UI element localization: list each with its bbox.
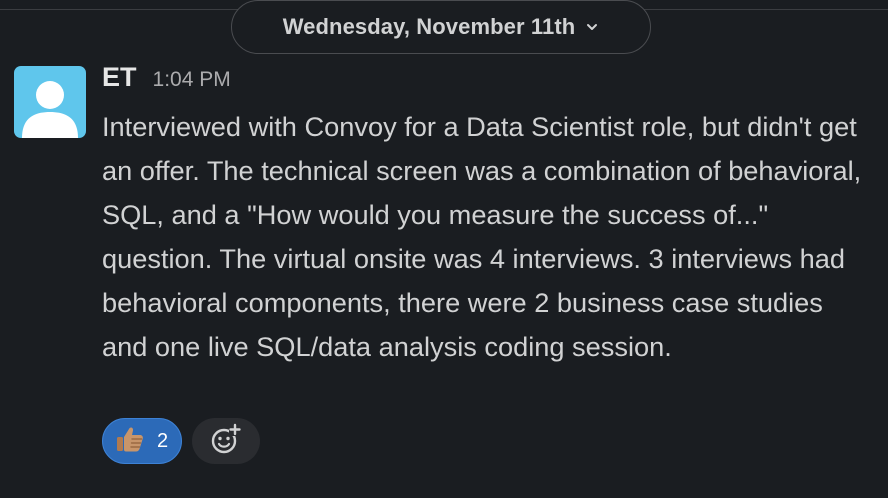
reaction-count: 2 [157,429,169,452]
add-reaction-icon [209,422,243,461]
add-reaction-button[interactable] [192,418,260,464]
thumbs-up-icon [113,422,147,461]
date-divider-button[interactable]: Wednesday, November 11th [231,0,651,54]
message-timestamp[interactable]: 1:04 PM [153,68,231,92]
reaction-thumbs-up[interactable]: 2 [102,418,182,464]
message-body: Interviewed with Convoy for a Data Scien… [102,111,862,362]
chevron-down-icon [585,20,599,34]
message-header: ET 1:04 PM [102,62,231,93]
reaction-bar: 2 [102,418,260,464]
author-name[interactable]: ET [102,62,137,93]
message-view: Wednesday, November 11th ET 1:04 PM Inte… [0,0,888,498]
date-label: Wednesday, November 11th [282,14,576,39]
user-avatar-icon[interactable] [14,66,86,138]
